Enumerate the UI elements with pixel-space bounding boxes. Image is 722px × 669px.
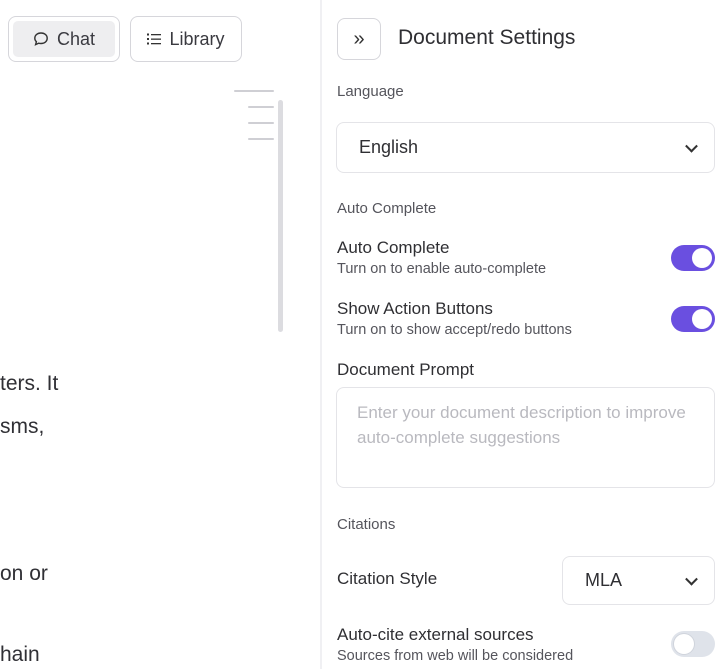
editor-text-fragment[interactable]: ters. It <box>0 372 58 396</box>
editor-text-fragment[interactable]: sms, <box>0 415 44 439</box>
citation-style-select[interactable]: MLA <box>562 556 715 605</box>
toggle-knob <box>692 309 712 329</box>
show-action-buttons-toggle[interactable] <box>671 306 715 332</box>
editor-scrollbar[interactable] <box>278 100 283 332</box>
outline-line <box>234 90 274 92</box>
outline-indicator[interactable] <box>234 90 274 154</box>
language-select[interactable]: English <box>336 122 715 173</box>
chevron-down-icon <box>685 572 698 586</box>
outline-line <box>248 138 274 140</box>
chat-button-inner: Chat <box>13 21 115 57</box>
show-action-buttons-title: Show Action Buttons <box>337 299 493 318</box>
collapse-panel-button[interactable]: » <box>337 18 381 60</box>
app-root: Chat Library ters. It sms, on or hain » <box>0 0 722 669</box>
list-icon <box>147 33 162 45</box>
outline-line <box>248 122 274 124</box>
chevron-down-icon <box>685 139 698 153</box>
document-prompt-title: Document Prompt <box>337 360 474 379</box>
library-button[interactable]: Library <box>130 16 242 62</box>
citation-style-value: MLA <box>585 570 623 590</box>
editor-pane: Chat Library ters. It sms, on or hain <box>0 0 320 669</box>
document-settings-panel: » Document Settings Language English Aut… <box>322 0 722 669</box>
panel-title: Document Settings <box>398 26 576 49</box>
auto-complete-title: Auto Complete <box>337 238 450 257</box>
auto-complete-subtitle: Turn on to enable auto-complete <box>337 261 547 277</box>
chat-button[interactable]: Chat <box>8 16 120 62</box>
language-section-label: Language <box>337 83 404 100</box>
editor-text-fragment[interactable]: hain <box>0 643 40 667</box>
auto-complete-section-label: Auto Complete <box>337 200 437 217</box>
auto-complete-toggle[interactable] <box>671 245 715 271</box>
auto-cite-toggle[interactable] <box>671 631 715 657</box>
toggle-knob <box>692 248 712 268</box>
chat-button-label: Chat <box>56 28 96 49</box>
editor-text-fragment[interactable]: on or <box>0 562 48 586</box>
show-action-buttons-subtitle: Turn on to show accept/redo buttons <box>337 322 572 338</box>
library-button-label: Library <box>169 28 225 49</box>
citations-section-label: Citations <box>337 516 396 533</box>
auto-cite-title: Auto-cite external sources <box>337 625 534 644</box>
language-select-value: English <box>359 137 419 157</box>
toggle-knob <box>674 634 694 654</box>
document-prompt-textarea[interactable]: Enter your document description to impro… <box>336 387 715 488</box>
outline-line <box>248 106 274 108</box>
chat-bubble-icon <box>34 32 48 46</box>
citation-style-label: Citation Style <box>337 569 438 588</box>
double-chevron-right-icon: » <box>353 27 365 50</box>
auto-cite-subtitle: Sources from web will be considered <box>337 648 574 664</box>
